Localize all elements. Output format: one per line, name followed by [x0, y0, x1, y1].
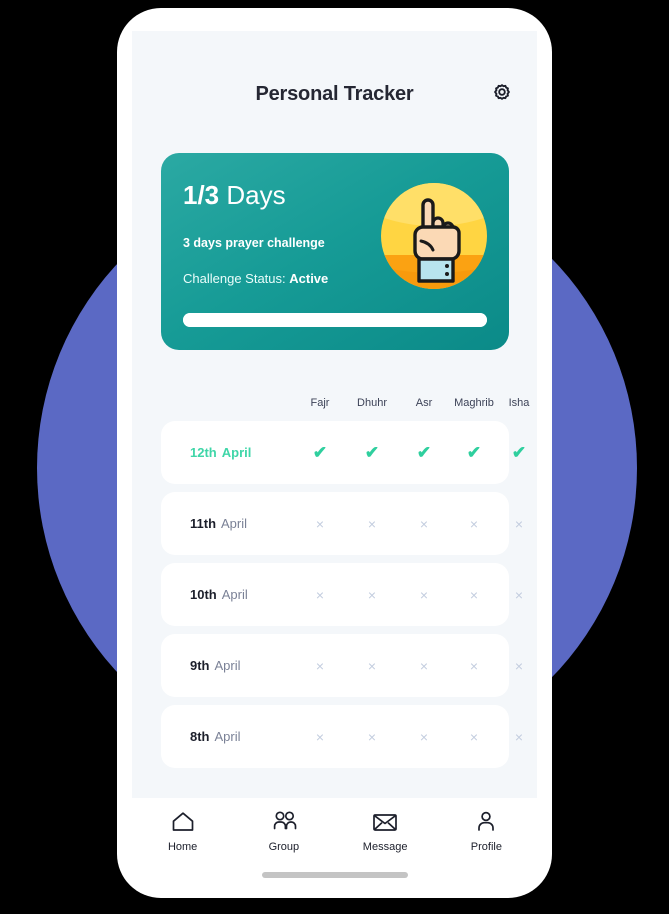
prayer-column-headers: Fajr Dhuhr Asr Maghrib Isha	[161, 393, 530, 413]
challenge-days: 1/3 Days	[183, 179, 286, 211]
row-date-month: April	[221, 587, 248, 602]
phone-screen: Personal Tracker 1/3 Days 3 days prayer …	[132, 31, 537, 798]
nav-item-label: Message	[362, 841, 408, 853]
home-indicator[interactable]	[261, 872, 408, 878]
prayer-check-icon[interactable]: ✔	[365, 421, 379, 484]
screenshot-stage: Personal Tracker 1/3 Days 3 days prayer …	[0, 0, 669, 914]
prayer-cross-icon[interactable]: ×	[420, 705, 428, 768]
table-row[interactable]: 10th April × × × × ×	[161, 563, 523, 626]
row-date: 10th April	[190, 563, 248, 626]
app-header: Personal Tracker	[132, 79, 537, 127]
nav-item-group[interactable]: Group	[242, 806, 326, 854]
challenge-progress-bar	[183, 313, 487, 327]
nav-item-home[interactable]: Home	[141, 806, 225, 854]
row-date-month: April	[221, 516, 248, 531]
prayer-cross-icon[interactable]: ×	[368, 705, 376, 768]
row-date: 11th April	[190, 492, 247, 555]
home-icon	[170, 806, 196, 838]
prayer-cross-icon[interactable]: ×	[316, 634, 324, 697]
challenge-progress-fill	[183, 313, 487, 327]
table-row[interactable]: 11th April × × × × ×	[161, 492, 523, 555]
row-date-day: 10th	[190, 587, 217, 602]
row-date: 8th April	[190, 705, 241, 768]
prayer-cross-icon[interactable]: ×	[368, 492, 376, 555]
challenge-status-label: Challenge Status:	[183, 271, 286, 286]
row-date-month: April	[214, 729, 241, 744]
nav-item-label: Group	[268, 841, 300, 853]
phone-frame: Personal Tracker 1/3 Days 3 days prayer …	[117, 8, 552, 898]
prayer-cross-icon[interactable]: ×	[515, 492, 523, 555]
prayer-cross-icon[interactable]: ×	[420, 563, 428, 626]
prayer-column-header: Maghrib	[454, 397, 494, 409]
table-row[interactable]: 9th April × × × × ×	[161, 634, 523, 697]
nav-item-label: Profile	[470, 841, 502, 853]
gear-icon	[490, 80, 514, 109]
nav-item-profile[interactable]: Profile	[444, 806, 528, 854]
hand-pointing-up-icon	[381, 183, 487, 289]
prayer-column-header: Asr	[415, 397, 433, 409]
page-title: Personal Tracker	[255, 83, 414, 105]
prayer-column-header: Fajr	[310, 397, 330, 409]
row-date-day: 12th	[190, 445, 217, 460]
challenge-days-count: 1/3	[183, 180, 220, 210]
row-date-month: April	[214, 658, 241, 673]
prayer-cross-icon[interactable]: ×	[515, 563, 523, 626]
table-row[interactable]: 8th April × × × × ×	[161, 705, 523, 768]
prayer-column-header: Dhuhr	[357, 397, 387, 409]
prayer-cross-icon[interactable]: ×	[368, 634, 376, 697]
bottom-navigation: Home Group Message Profile	[132, 798, 537, 870]
challenge-status: Challenge Status: Active	[183, 271, 328, 287]
prayer-cross-icon[interactable]: ×	[316, 492, 324, 555]
prayer-check-icon[interactable]: ✔	[467, 421, 481, 484]
prayer-cross-icon[interactable]: ×	[420, 634, 428, 697]
prayer-cross-icon[interactable]: ×	[515, 705, 523, 768]
prayer-cross-icon[interactable]: ×	[420, 492, 428, 555]
table-row[interactable]: 12th April ✔ ✔ ✔ ✔ ✔	[161, 421, 526, 484]
envelope-icon	[371, 806, 399, 838]
prayer-cross-icon[interactable]: ×	[316, 705, 324, 768]
prayer-cross-icon[interactable]: ×	[368, 563, 376, 626]
person-icon	[474, 806, 498, 838]
challenge-card[interactable]: 1/3 Days 3 days prayer challenge Challen…	[161, 153, 509, 350]
nav-item-message[interactable]: Message	[343, 806, 427, 854]
prayer-check-icon[interactable]: ✔	[512, 421, 526, 484]
settings-button[interactable]	[485, 77, 519, 111]
prayer-cross-icon[interactable]: ×	[470, 634, 478, 697]
group-icon	[270, 806, 298, 838]
prayer-cross-icon[interactable]: ×	[470, 492, 478, 555]
status-badge: Active	[289, 271, 329, 286]
row-date: 9th April	[190, 634, 241, 697]
prayer-cross-icon[interactable]: ×	[470, 705, 478, 768]
prayer-check-icon[interactable]: ✔	[313, 421, 327, 484]
row-date-day: 8th	[190, 729, 210, 744]
challenge-subtitle: 3 days prayer challenge	[183, 236, 325, 250]
prayer-check-icon[interactable]: ✔	[417, 421, 431, 484]
row-date-day: 11th	[190, 516, 217, 531]
row-date-month: April	[221, 445, 252, 460]
prayer-cross-icon[interactable]: ×	[316, 563, 324, 626]
prayer-cross-icon[interactable]: ×	[515, 634, 523, 697]
challenge-days-word: Days	[226, 180, 286, 210]
prayer-column-header: Isha	[508, 397, 530, 409]
prayer-cross-icon[interactable]: ×	[470, 563, 478, 626]
row-date: 12th April	[190, 421, 251, 484]
tracker-rows: 12th April ✔ ✔ ✔ ✔ ✔ 11th April × × × × × 10th April × × ×…	[161, 421, 526, 776]
nav-item-label: Home	[167, 841, 198, 853]
row-date-day: 9th	[190, 658, 210, 673]
